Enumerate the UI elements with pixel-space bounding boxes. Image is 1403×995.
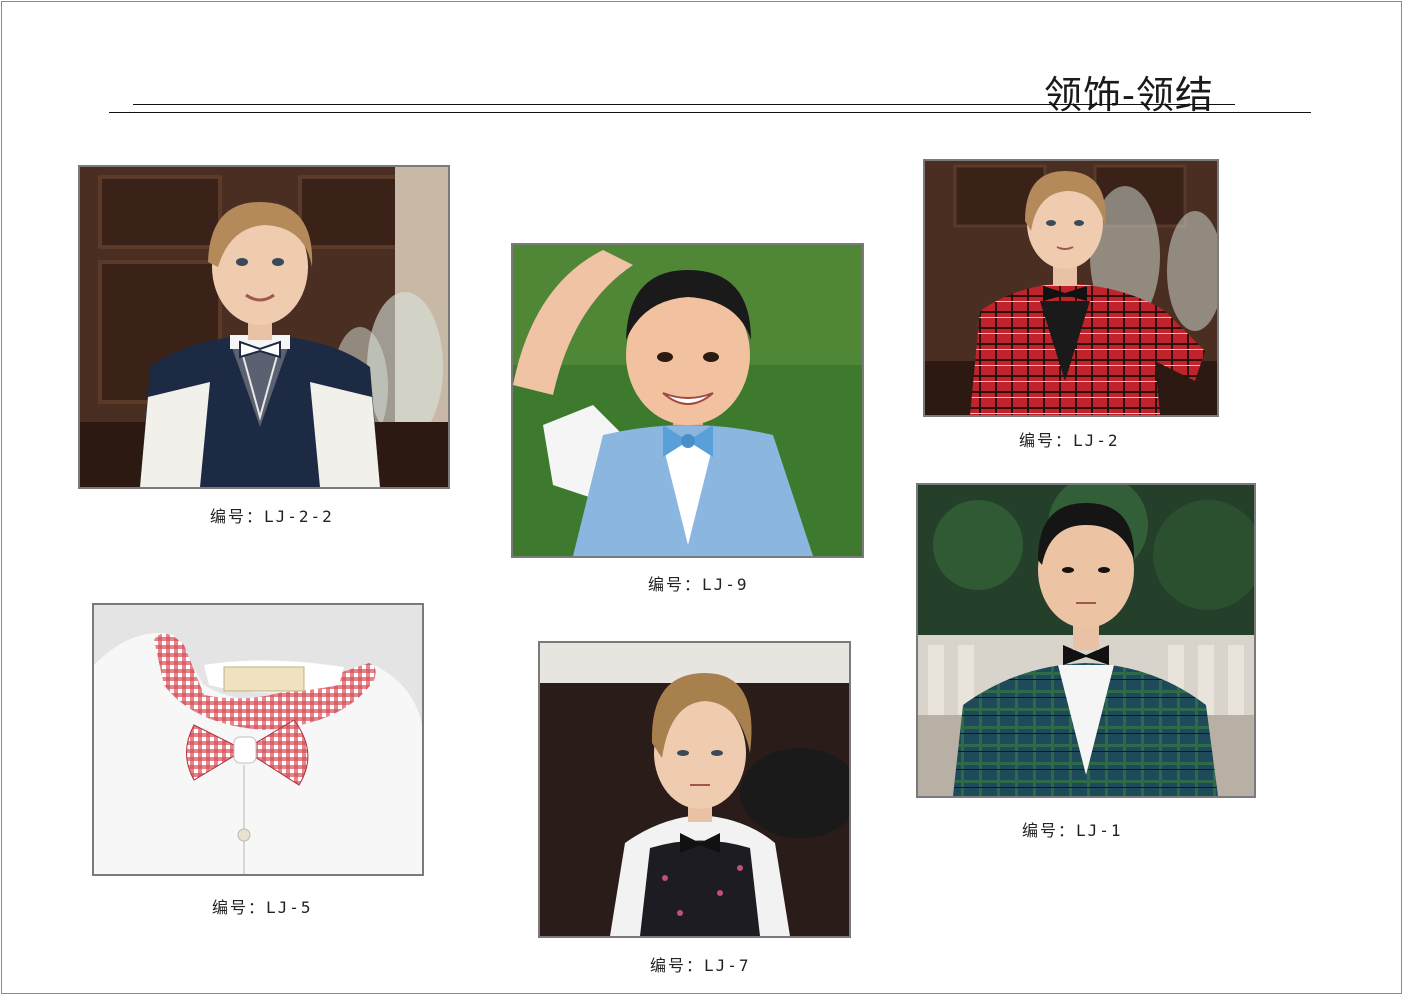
product-photo-lj-2 (923, 159, 1219, 417)
caption-lj-7: 编号：LJ-7 (650, 956, 751, 975)
product-photo-lj-2-2 (78, 165, 450, 489)
title-underline (133, 104, 1235, 105)
caption-lj-1: 编号：LJ-1 (1022, 821, 1123, 840)
caption-lj-5: 编号：LJ-5 (212, 898, 313, 917)
product-photo-lj-1 (916, 483, 1256, 798)
caption-lj-2-2: 编号：LJ-2-2 (210, 507, 334, 526)
product-photo-lj-5 (92, 603, 424, 876)
product-photo-lj-9 (511, 243, 864, 558)
page-title: 领饰-领结 (1044, 73, 1214, 117)
header-rule (109, 112, 1311, 113)
caption-lj-9: 编号：LJ-9 (648, 575, 749, 594)
caption-lj-2: 编号：LJ-2 (1019, 431, 1120, 450)
product-photo-lj-7 (538, 641, 851, 938)
